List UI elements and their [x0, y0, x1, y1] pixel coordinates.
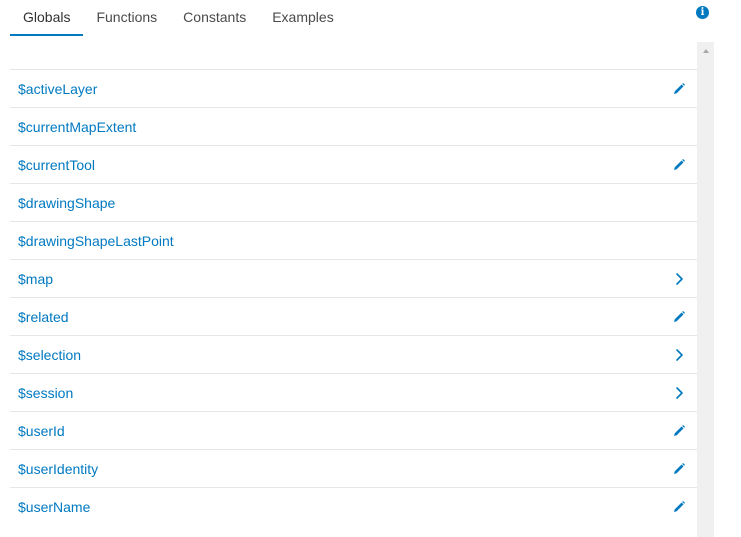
- list-item-label: $map: [18, 270, 54, 287]
- list-item[interactable]: $session: [10, 373, 697, 411]
- list-item[interactable]: $currentTool: [10, 145, 697, 183]
- scroll-thumb[interactable]: [699, 64, 712, 534]
- list-item[interactable]: $map: [10, 259, 697, 297]
- pencil-icon[interactable]: [671, 423, 687, 439]
- list-item-label: $currentMapExtent: [18, 118, 137, 135]
- list-item-label: $drawingShapeLastPoint: [18, 232, 174, 249]
- list-item[interactable]: $currentMapExtent: [10, 107, 697, 145]
- list-item[interactable]: $userId: [10, 411, 697, 449]
- list-item[interactable]: $drawingShape: [10, 183, 697, 221]
- list-item[interactable]: $related: [10, 297, 697, 335]
- list-item-label: $userIdentity: [18, 460, 99, 477]
- chevron-right-icon[interactable]: [671, 385, 687, 401]
- tab-functions[interactable]: Functions: [83, 0, 170, 36]
- vertical-scrollbar[interactable]: [697, 42, 714, 537]
- list-item-label: $drawingShape: [18, 194, 116, 211]
- pencil-icon[interactable]: [671, 157, 687, 173]
- list-item-label: $activeLayer: [18, 80, 98, 97]
- scroll-up-arrow-icon[interactable]: [697, 42, 714, 59]
- tab-examples[interactable]: Examples: [259, 0, 346, 36]
- tab-constants[interactable]: Constants: [170, 0, 259, 36]
- list-item-label: $userId: [18, 422, 65, 439]
- chevron-right-icon[interactable]: [671, 271, 687, 287]
- list-item[interactable]: $userIdentity: [10, 449, 697, 487]
- globals-list: $activeLayer $currentMapExtent $currentT…: [10, 69, 697, 525]
- list-item[interactable]: $drawingShapeLastPoint: [10, 221, 697, 259]
- list-item-label: $session: [18, 384, 74, 401]
- list-item-label: $related: [18, 308, 69, 325]
- tab-bar: Globals Functions Constants Examples: [10, 0, 347, 36]
- list-item[interactable]: $selection: [10, 335, 697, 373]
- pencil-icon[interactable]: [671, 499, 687, 515]
- list-item[interactable]: $userName: [10, 487, 697, 525]
- list-item-label: $selection: [18, 346, 82, 363]
- chevron-right-icon[interactable]: [671, 347, 687, 363]
- list-item-label: $currentTool: [18, 156, 96, 173]
- info-icon[interactable]: i: [696, 6, 709, 19]
- pencil-icon[interactable]: [671, 81, 687, 97]
- pencil-icon[interactable]: [671, 309, 687, 325]
- tab-globals[interactable]: Globals: [10, 0, 84, 36]
- pencil-icon[interactable]: [671, 461, 687, 477]
- list-item[interactable]: $activeLayer: [10, 69, 697, 107]
- list-item-label: $userName: [18, 498, 91, 515]
